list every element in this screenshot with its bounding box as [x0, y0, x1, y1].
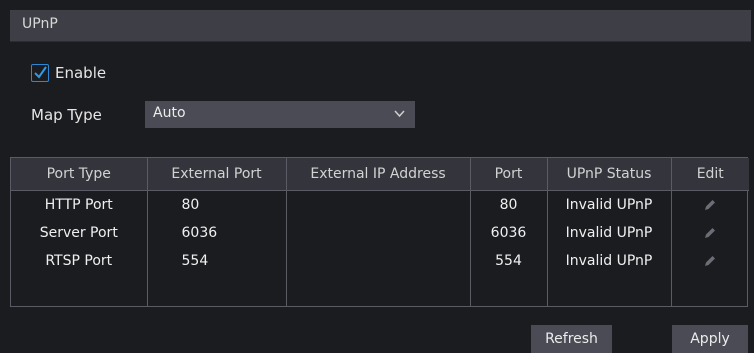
cell-port-type: RTSP Port	[45, 253, 113, 269]
cell-port: 80	[469, 190, 547, 219]
cell-port: 554	[469, 247, 547, 275]
column-header-external-port: External Port	[146, 158, 286, 191]
column-header-edit: Edit	[670, 158, 749, 191]
section-title: UPnP	[22, 16, 58, 32]
table-header-row: Port Type External Port External IP Addr…	[11, 158, 749, 191]
map-type-label: Map Type	[31, 106, 102, 124]
cell-external-port: 6036	[146, 219, 286, 247]
checkmark-icon	[34, 66, 47, 79]
cell-external-ip	[285, 247, 470, 275]
cell-port: 6036	[469, 219, 547, 247]
cell-port-type: HTTP Port	[44, 197, 113, 213]
column-header-external-ip: External IP Address	[285, 158, 470, 191]
map-type-value: Auto	[153, 105, 186, 121]
edit-cell[interactable]	[670, 190, 749, 219]
column-header-port-type: Port Type	[11, 158, 147, 191]
pencil-icon[interactable]	[702, 253, 718, 269]
cell-upnp-status: Invalid UPnP	[546, 190, 671, 219]
enable-row[interactable]: Enable	[31, 62, 106, 84]
edit-cell[interactable]	[670, 219, 749, 247]
edit-cell[interactable]	[670, 247, 749, 275]
pencil-icon[interactable]	[702, 225, 718, 241]
cell-external-port: 80	[146, 190, 286, 219]
cell-upnp-status: Invalid UPnP	[546, 247, 671, 275]
table-row: RTSP Port 554 554 Invalid UPnP	[11, 247, 749, 275]
column-header-port: Port	[469, 158, 547, 191]
port-table: Port Type External Port External IP Addr…	[10, 157, 749, 307]
refresh-button[interactable]: Refresh	[531, 325, 612, 353]
enable-label: Enable	[55, 64, 107, 82]
cell-external-port: 554	[146, 247, 286, 275]
map-type-select[interactable]: Auto	[145, 101, 415, 128]
table-row: Server Port 6036 6036 Invalid UPnP	[11, 219, 749, 247]
chevron-down-icon	[394, 110, 405, 118]
apply-button[interactable]: Apply	[672, 325, 748, 353]
enable-checkbox[interactable]	[31, 64, 49, 82]
section-header: UPnP	[10, 10, 751, 42]
cell-external-ip	[285, 190, 470, 219]
cell-port-type: Server Port	[39, 225, 118, 241]
cell-upnp-status: Invalid UPnP	[546, 219, 671, 247]
column-header-upnp-status: UPnP Status	[546, 158, 671, 191]
pencil-icon[interactable]	[702, 197, 718, 213]
table-row: HTTP Port 80 80 Invalid UPnP	[11, 190, 749, 219]
cell-external-ip	[285, 219, 470, 247]
empty-row	[11, 275, 749, 306]
